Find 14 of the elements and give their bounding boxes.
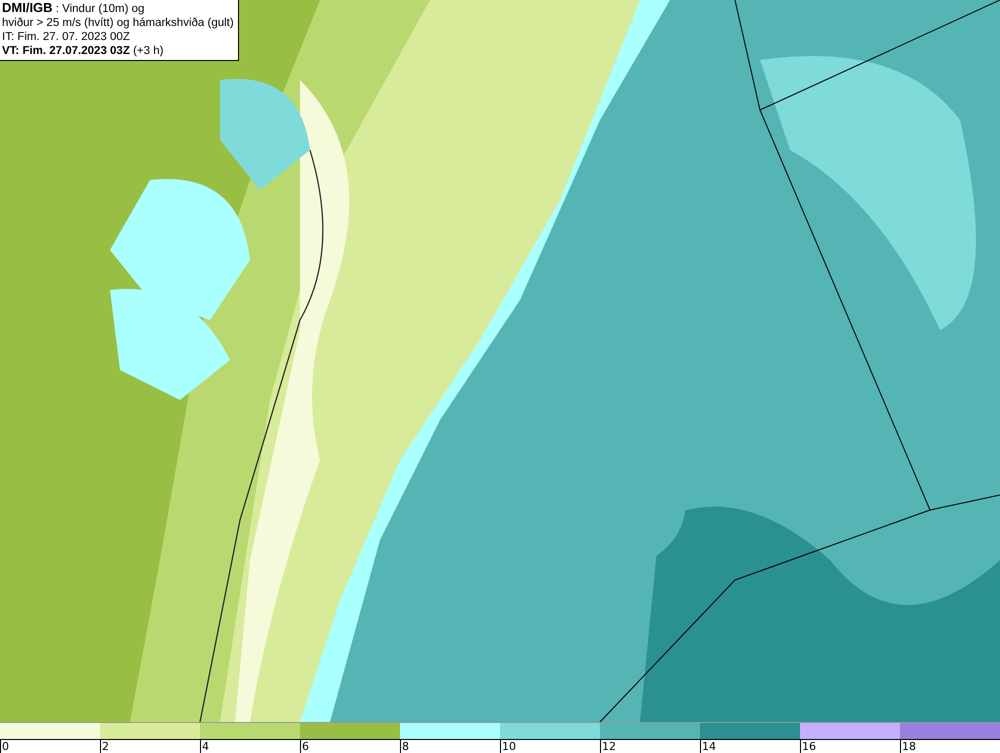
tick-label: 6 [301, 740, 309, 753]
tick-label: 2 [101, 740, 109, 753]
tick-label: 14 [701, 740, 716, 753]
description-text: hviður > 25 m/s (hvítt) og hámarkshviða (gult) [2, 16, 234, 30]
valid-time-text: VT: Fim. 27.07.2023 03Z (+3 h) [2, 44, 164, 58]
tick-label: 10 [501, 740, 516, 753]
tick-label: 0 [1, 740, 9, 753]
title-text: DMI/IGB : Vindur (10m) og [2, 1, 146, 16]
tick-label: 12 [601, 740, 616, 753]
issue-time-text: IT: Fim. 27. 07. 2023 00Z [2, 30, 131, 44]
tick-label: 18 [901, 740, 916, 753]
tick-label: 4 [201, 740, 209, 753]
tick-label: 8 [401, 740, 409, 753]
tick-label: 16 [801, 740, 816, 753]
